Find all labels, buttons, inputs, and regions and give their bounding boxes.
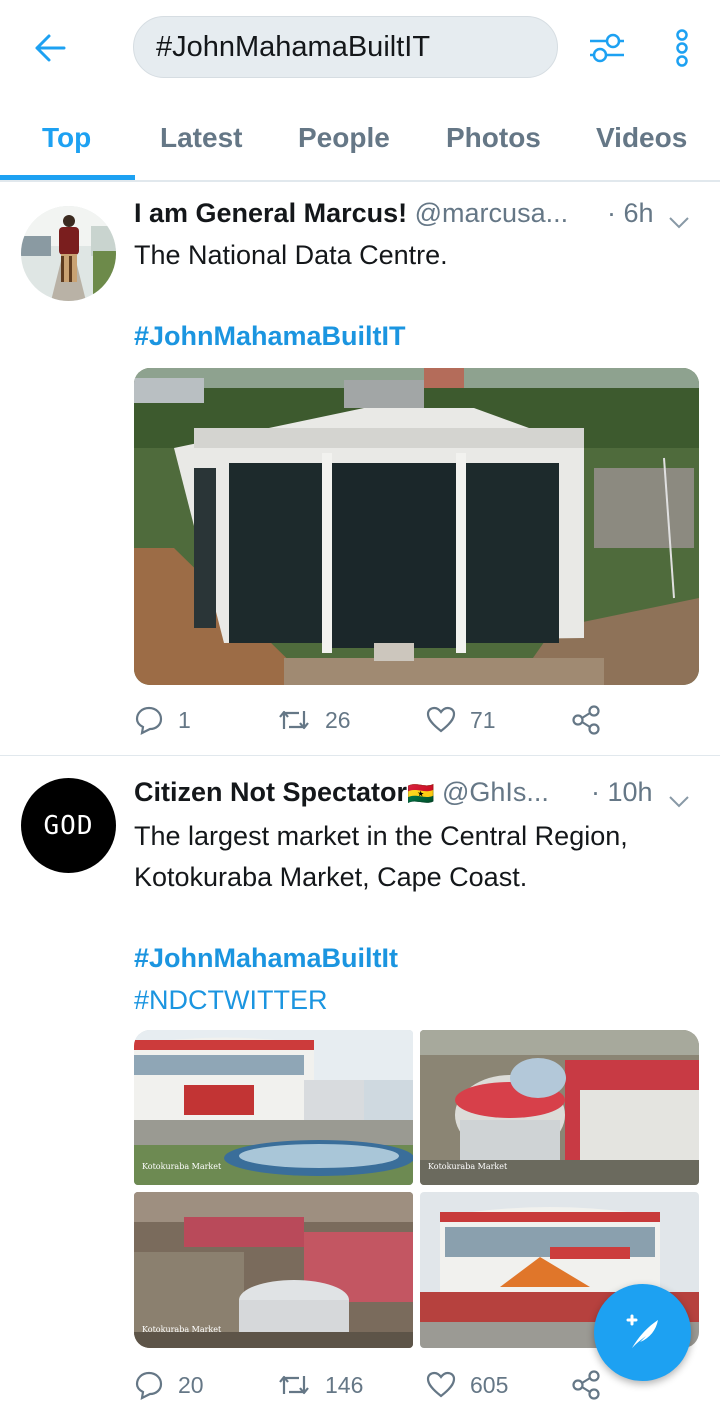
retweet-icon: [279, 710, 309, 730]
share-button[interactable]: [570, 700, 616, 740]
tweet-time: · 6h: [607, 198, 654, 228]
tweet-text: The National Data Centre.: [134, 240, 448, 270]
like-icon: [426, 706, 456, 733]
image-caption: Kotokuraba Market: [142, 1162, 222, 1171]
tab-latest[interactable]: Latest: [160, 122, 242, 154]
reply-count: 20: [178, 1371, 204, 1398]
active-tab-indicator: [0, 175, 135, 180]
ghana-flag-icon: 🇬🇭: [407, 781, 435, 806]
reply-icon: [135, 706, 163, 735]
avatar-text: GOD: [43, 810, 94, 841]
reply-button[interactable]: 1: [134, 700, 191, 740]
chevron-down-icon[interactable]: [668, 785, 690, 816]
search-input[interactable]: #JohnMahamaBuiltIT: [133, 16, 558, 78]
retweet-count: 146: [325, 1371, 364, 1398]
tab-top[interactable]: Top: [42, 122, 91, 154]
hashtag-link[interactable]: #JohnMahamaBuiltIT: [134, 321, 406, 352]
retweet-button[interactable]: 146: [277, 1365, 363, 1405]
share-button[interactable]: [570, 1365, 616, 1405]
tab-people[interactable]: People: [298, 122, 390, 154]
compose-tweet-button[interactable]: [594, 1284, 691, 1381]
tweet-header: Citizen Not Spectator🇬🇭 @GhIs... · 10h: [134, 777, 704, 813]
tweet-header: I am General Marcus! @marcusa... · 6h: [134, 198, 704, 234]
tab-photos[interactable]: Photos: [446, 122, 541, 154]
hashtag-link[interactable]: #NDCTWITTER: [134, 985, 327, 1016]
retweet-count: 26: [325, 706, 351, 733]
author-handle[interactable]: @marcusa...: [415, 198, 568, 228]
image-caption: Kotokuraba Market: [428, 1162, 508, 1171]
author-name[interactable]: I am General Marcus!: [134, 198, 407, 228]
grid-image[interactable]: Kotokuraba Market: [134, 1030, 413, 1185]
avatar[interactable]: GOD: [21, 778, 116, 873]
like-count: 605: [470, 1371, 509, 1398]
tweet-text-line: The largest market in the Central Region…: [134, 821, 628, 851]
grid-image[interactable]: Kotokuraba Market: [420, 1030, 699, 1185]
tweet-time: · 10h: [591, 777, 653, 807]
author-handle[interactable]: @GhIs...: [442, 777, 549, 807]
reply-count: 1: [178, 706, 191, 733]
like-button[interactable]: 71: [426, 700, 496, 740]
like-count: 71: [470, 706, 496, 733]
like-button[interactable]: 605: [426, 1365, 508, 1405]
compose-icon: [626, 1314, 658, 1348]
search-query: #JohnMahamaBuiltIT: [156, 30, 431, 63]
tweet-image[interactable]: [134, 368, 699, 685]
tweet[interactable]: I am General Marcus! @marcusa... · 6h Th…: [0, 182, 720, 756]
tweet-actions: 20 146 605: [134, 1365, 694, 1405]
reply-button[interactable]: 20: [134, 1365, 204, 1405]
tab-videos[interactable]: Videos: [596, 122, 687, 154]
chevron-down-icon[interactable]: [668, 206, 690, 237]
grid-image[interactable]: Kotokuraba Market: [134, 1192, 413, 1348]
avatar[interactable]: [21, 206, 116, 301]
tweet-text: The largest market in the Central Region…: [134, 816, 694, 898]
hashtag-link[interactable]: #JohnMahamaBuiltIt: [134, 943, 398, 974]
reply-icon: [135, 1371, 163, 1400]
tweet-actions: 1 26 71: [134, 700, 694, 740]
like-icon: [426, 1371, 456, 1398]
image-caption: Kotokuraba Market: [142, 1325, 222, 1334]
retweet-icon: [279, 1375, 309, 1395]
filter-icon[interactable]: [583, 24, 631, 72]
top-bar: #JohnMahamaBuiltIT: [0, 0, 720, 96]
tweet-text-line: Kotokuraba Market, Cape Coast.: [134, 862, 528, 892]
share-icon: [572, 1370, 600, 1400]
share-icon: [572, 705, 600, 735]
more-icon[interactable]: [660, 24, 704, 72]
retweet-button[interactable]: 26: [277, 700, 351, 740]
back-arrow-icon[interactable]: [28, 26, 72, 70]
search-tabs: Top Latest People Photos Videos: [0, 96, 720, 182]
author-name[interactable]: Citizen Not Spectator: [134, 777, 407, 807]
